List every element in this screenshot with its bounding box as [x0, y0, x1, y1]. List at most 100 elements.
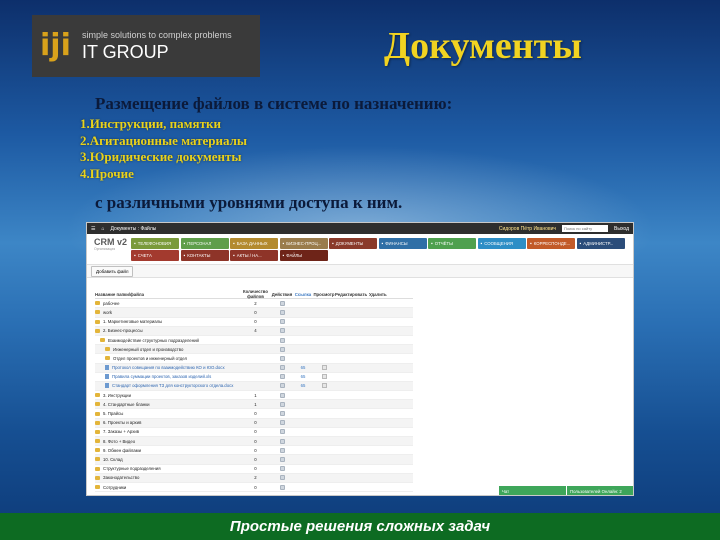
table-row[interactable]: Отдел проектов и инженерный отдел [95, 354, 413, 364]
actions-icon[interactable] [279, 484, 285, 490]
home-icon[interactable]: ⌂ [101, 226, 104, 232]
nav-button[interactable]: ▪ ФАЙЛЫ [279, 250, 328, 261]
nav-label: ОТЧЁТЫ [434, 241, 453, 246]
row-name: Структурные подразделения [95, 466, 240, 471]
table-row[interactable]: 4. Стандартные бланки 1 [95, 400, 413, 410]
purpose-item: 2.Агитационные материалы [80, 132, 248, 148]
nav-button[interactable]: ▪ СЧЕТА [131, 250, 179, 261]
table-row[interactable]: рабочее 2 [95, 299, 413, 309]
actions-icon[interactable] [279, 438, 285, 444]
actions-icon[interactable] [279, 420, 285, 426]
row-actions [271, 337, 293, 343]
nav-button[interactable]: ▪ БАЗА ДАННЫХ [230, 238, 278, 249]
actions-icon[interactable] [279, 355, 285, 361]
nav-label: АДМИНИСТР... [583, 241, 614, 246]
actions-icon[interactable] [279, 346, 285, 352]
actions-icon[interactable] [279, 466, 285, 472]
table-row[interactable]: Инженерный отдел и производство [95, 345, 413, 355]
table-row[interactable]: 7. Заказы + Архив 0 [95, 428, 413, 437]
actions-icon[interactable] [279, 374, 285, 380]
actions-icon[interactable] [279, 300, 285, 306]
table-row[interactable]: Структурные подразделения 0 [95, 465, 413, 474]
actions-icon[interactable] [279, 319, 285, 325]
search-input[interactable] [562, 225, 609, 232]
purpose-list: 1.Инструкции, памятки 2.Агитационные мат… [80, 116, 247, 182]
table-row[interactable]: 10. Склад 0 [95, 455, 413, 465]
nav-label: СООБЩЕНИЯ [484, 241, 513, 246]
nav-button[interactable]: ▪ АДМИНИСТР... [576, 238, 625, 249]
file-name[interactable]: Стандарт оформления ТЗ для конструкторск… [112, 383, 233, 388]
table-row[interactable]: 5. Прайсы 0 [95, 409, 413, 419]
nav-label: ФАЙЛЫ [286, 253, 303, 258]
folder-name: 9. Обмен файлами [103, 447, 141, 453]
nav-button[interactable]: ▪ АКТЫ / НА... [230, 250, 278, 261]
row-link[interactable]: 65 [293, 383, 313, 388]
actions-icon[interactable] [279, 383, 285, 389]
nav-icon: ▪ [579, 240, 582, 247]
row-name: 8. Фото + Видео [95, 439, 240, 444]
table-row[interactable]: Законодательство 2 [95, 473, 413, 483]
folder-icon [95, 319, 100, 324]
table-row[interactable]: 9. Обмен файлами 0 [95, 446, 413, 456]
nav-icon: ▪ [233, 252, 235, 259]
file-icon [105, 374, 109, 380]
preview-icon[interactable] [321, 374, 327, 380]
table-row[interactable]: 3. Инструкции 1 [95, 391, 413, 401]
logout-link[interactable]: Выход [614, 226, 629, 232]
table-row[interactable]: Стандарт оформления ТЗ для конструкторск… [95, 381, 413, 392]
folder-icon [95, 485, 100, 490]
company-logo: iji simple solutions to complex problems… [32, 15, 260, 77]
table-row[interactable]: 2. Бизнес-процессы 4 [95, 326, 413, 336]
row-count: 0 [254, 319, 257, 325]
preview-icon[interactable] [321, 365, 327, 371]
actions-icon[interactable] [279, 475, 285, 481]
nav-button[interactable]: ▪ БИЗНЕС-ПРОЦ... [279, 238, 328, 249]
table-row[interactable]: Протокол совещания по взаимодействию КО … [95, 363, 413, 373]
preview-icon[interactable] [321, 383, 327, 389]
online-users-button[interactable]: Пользователей Онлайн: 2 [567, 486, 633, 495]
actions-icon[interactable] [279, 337, 285, 343]
nav-button[interactable]: ▪ ФИНАНСЫ [378, 238, 427, 249]
nav-button[interactable]: ▪ ОТЧЁТЫ [428, 238, 476, 249]
folder-icon [95, 448, 100, 453]
file-name[interactable]: Правила суммации проектов, заказов издел… [112, 374, 211, 379]
nav-button[interactable]: ▪ ТЕЛЕФОНОВИЯ [131, 238, 179, 249]
table-row[interactable]: 8. Фото + Видео 0 [95, 437, 413, 447]
nav-button[interactable]: ▪ СООБЩЕНИЯ [477, 238, 526, 249]
col-link: Ссылка [294, 291, 312, 297]
row-count: 2 [254, 475, 257, 481]
row-link[interactable]: 65 [293, 365, 313, 370]
actions-icon[interactable] [279, 447, 285, 453]
chat-button[interactable]: Чат [499, 486, 567, 495]
user-name[interactable]: Сидоров Пётр Иванович [499, 226, 556, 232]
col-name: Название папки/файла [95, 291, 144, 297]
actions-icon[interactable] [279, 456, 285, 462]
folder-icon [95, 402, 100, 407]
actions-icon[interactable] [279, 411, 285, 417]
folder-icon [105, 356, 110, 361]
logo-mark: iji [40, 28, 71, 63]
table-row[interactable]: Сотрудники 0 [95, 483, 413, 493]
actions-icon[interactable] [279, 429, 285, 435]
actions-icon[interactable] [279, 309, 285, 315]
add-file-button[interactable]: Добавить файл [91, 265, 134, 277]
nav-button[interactable]: ▪ ПЕРСОНАЛ [180, 238, 229, 249]
nav-button[interactable]: ▪ ДОКУМЕНТЫ [329, 238, 377, 249]
nav-button[interactable]: ▪ КОРРЕСПОНДЕ... [527, 238, 575, 249]
table-row[interactable]: 1. Маркетинговые материалы 0 [95, 318, 413, 327]
actions-icon[interactable] [279, 401, 285, 407]
table-row[interactable]: 6. Проекты и архив 0 [95, 418, 413, 428]
nav-icon: ▪ [183, 240, 186, 247]
row-link[interactable]: 65 [293, 374, 313, 379]
file-name[interactable]: Протокол совещания по взаимодействию КО … [112, 365, 225, 370]
actions-icon[interactable] [279, 392, 285, 398]
actions-icon[interactable] [279, 365, 285, 371]
actions-icon[interactable] [279, 328, 285, 334]
menu-icon[interactable]: ☰ [91, 226, 95, 232]
row-name: 7. Заказы + Архив [95, 429, 240, 434]
table-row[interactable]: work 0 [95, 308, 413, 318]
table-row[interactable]: Правила суммации проектов, заказов издел… [95, 373, 413, 382]
nav-button[interactable]: ▪ КОНТАКТЫ [180, 250, 229, 261]
table-row[interactable]: Взаимодействие структурных подразделений [95, 336, 413, 346]
col-view: Просмотр [313, 291, 335, 297]
